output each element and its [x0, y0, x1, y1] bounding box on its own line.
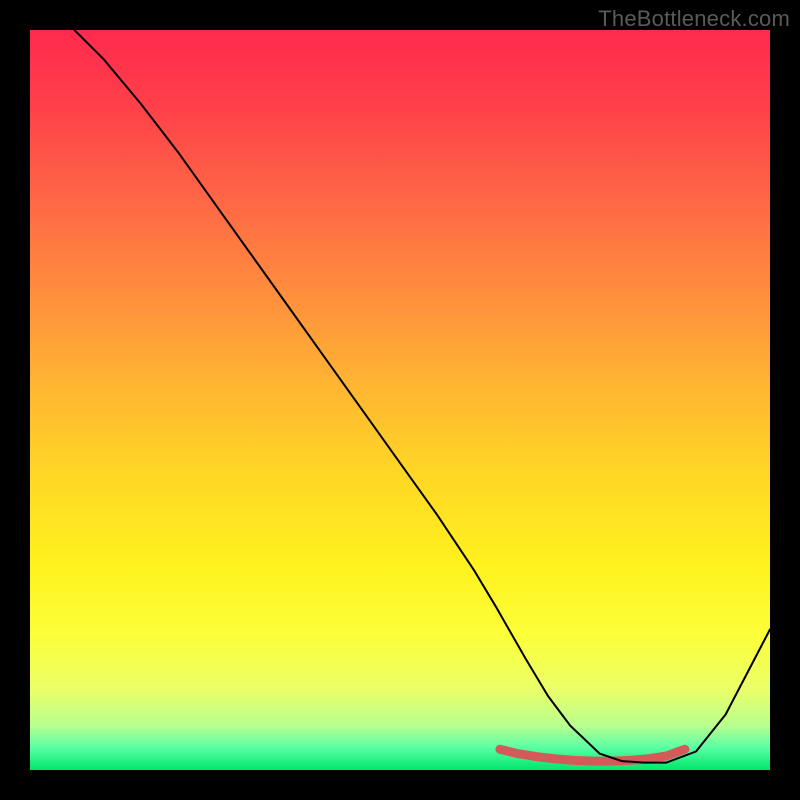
plot-area — [30, 30, 770, 770]
watermark-text: TheBottleneck.com — [598, 6, 790, 32]
bottleneck-curve — [74, 30, 770, 763]
marker-band-path — [500, 749, 685, 761]
chart-frame: TheBottleneck.com — [0, 0, 800, 800]
chart-svg — [30, 30, 770, 770]
